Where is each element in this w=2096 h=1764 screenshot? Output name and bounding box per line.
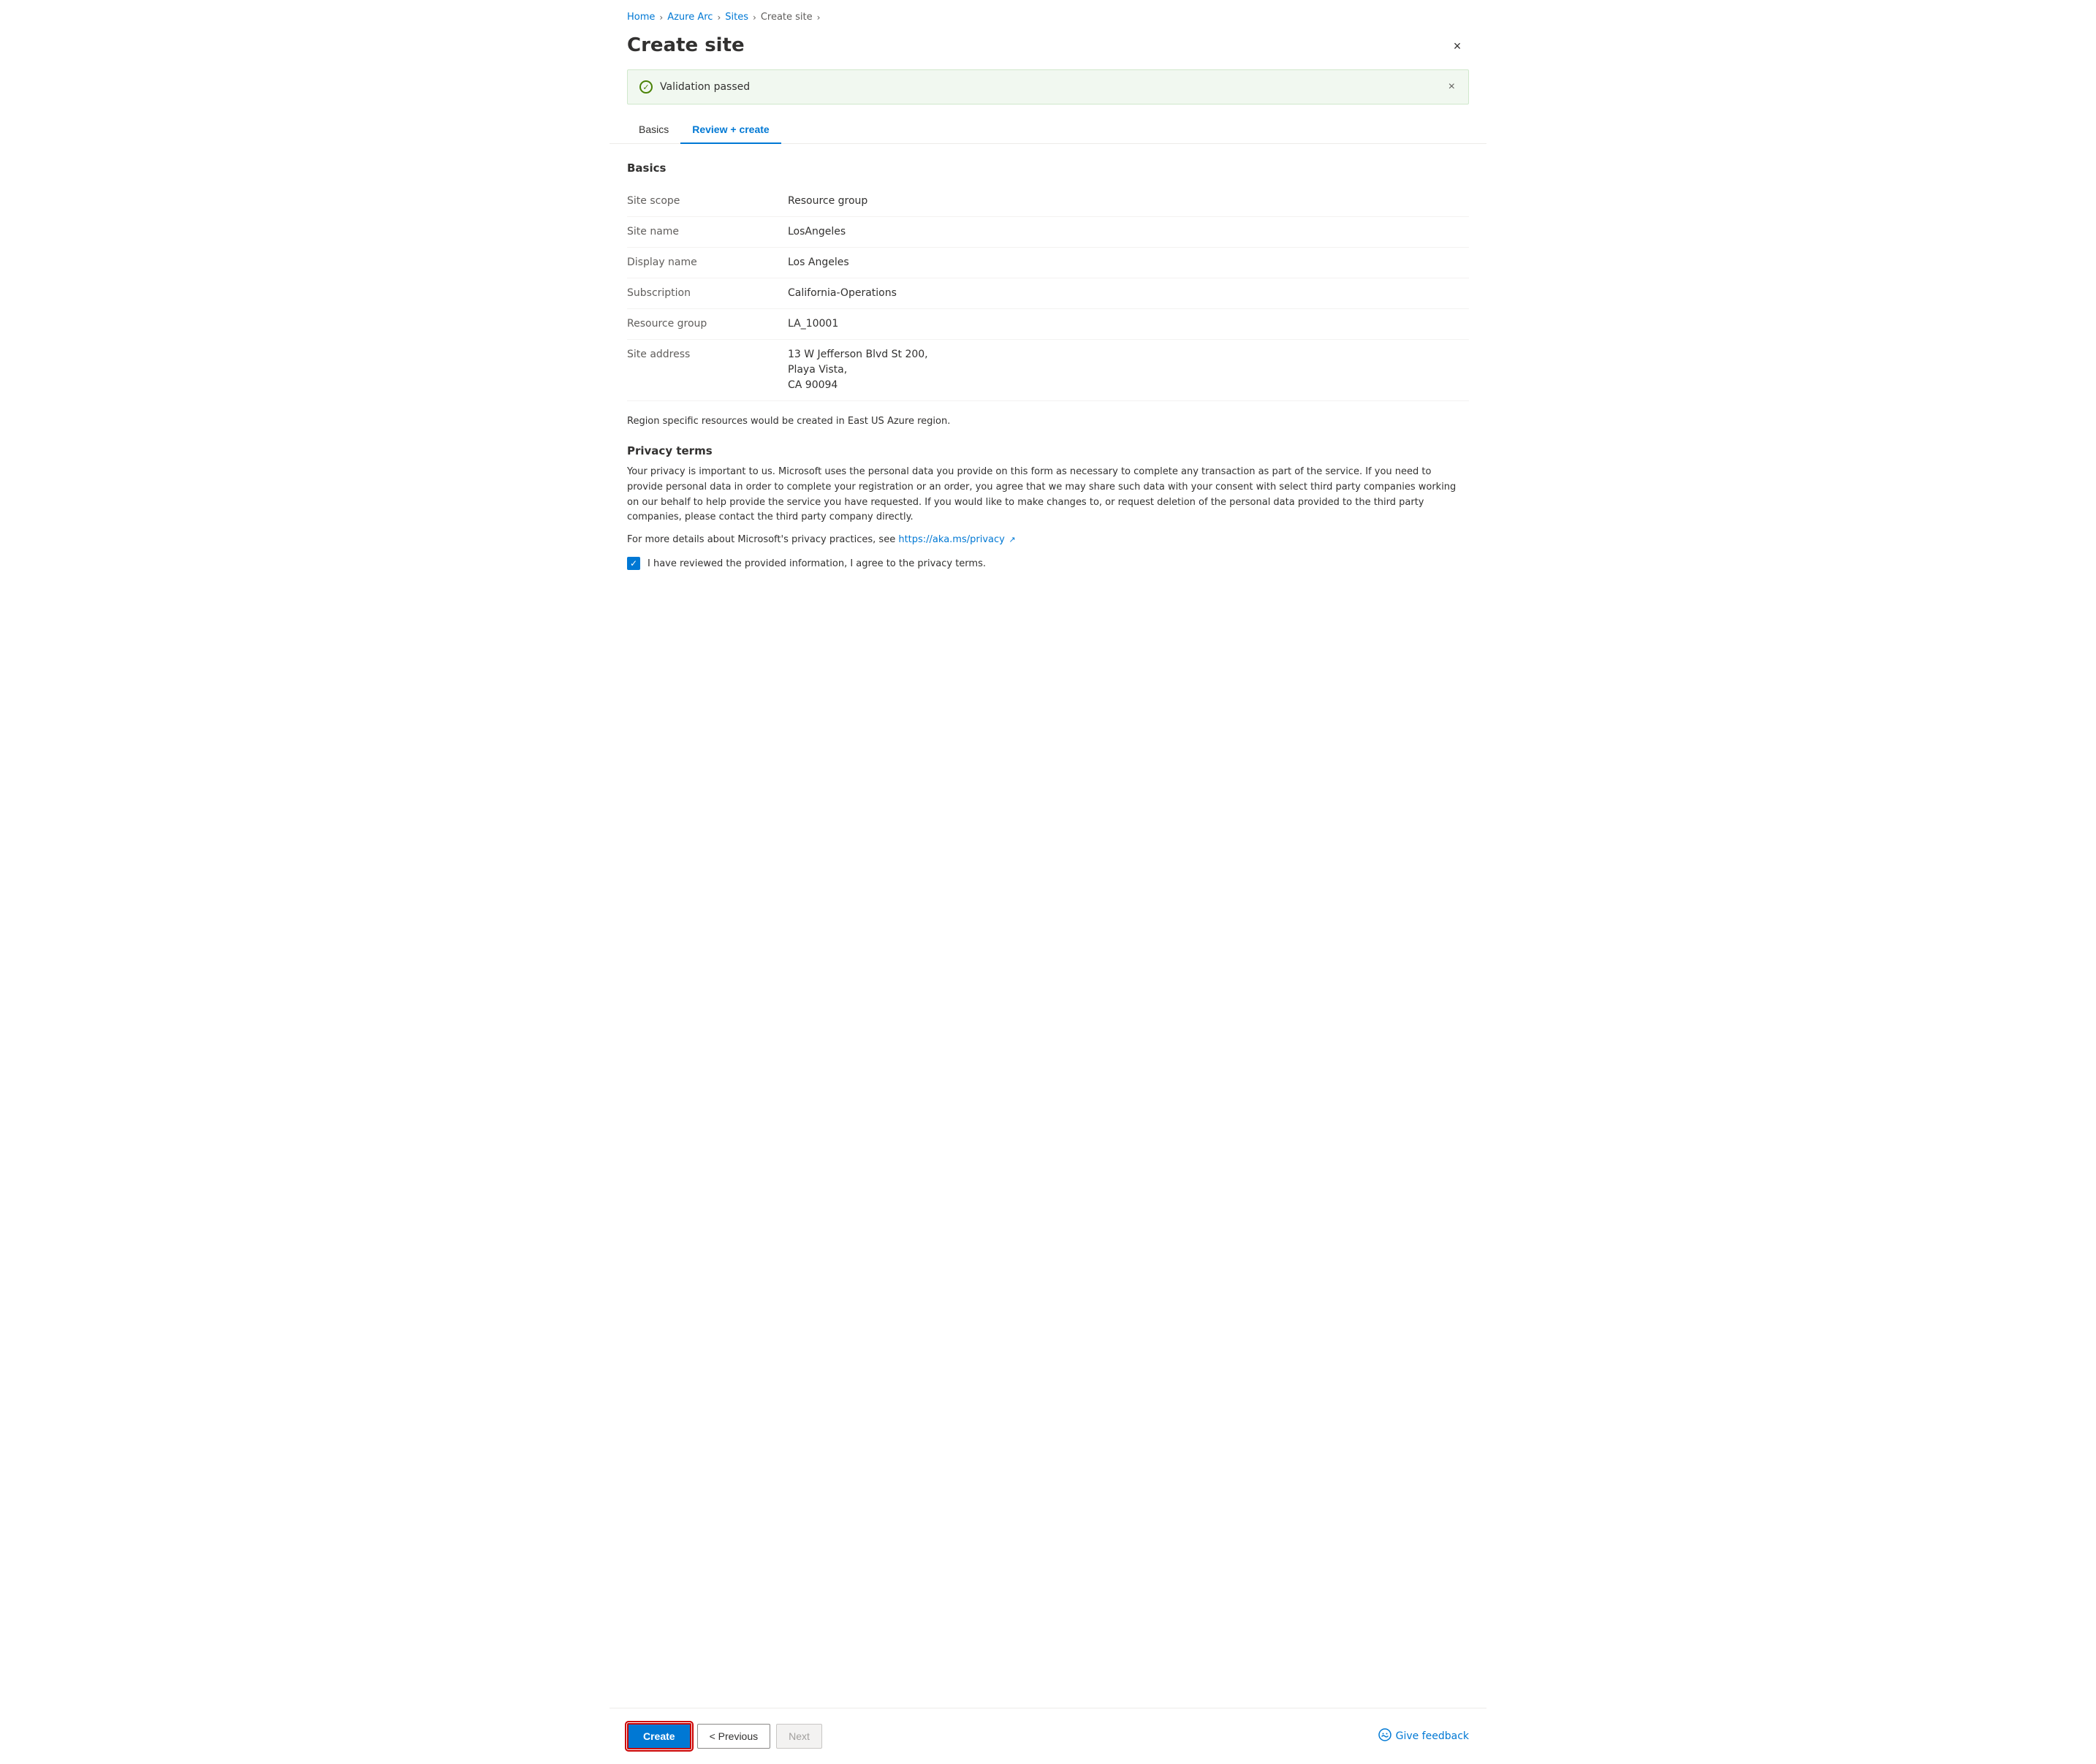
validation-check-icon [639,80,653,94]
breadcrumb-sites[interactable]: Sites [725,12,748,23]
privacy-checkbox-label: I have reviewed the provided information… [648,558,986,569]
field-value-site-name: LosAngeles [788,224,1469,240]
field-label-site-scope: Site scope [627,194,788,207]
tab-review-create[interactable]: Review + create [680,116,781,144]
field-row-display-name: Display name Los Angeles [627,248,1469,278]
field-label-site-address: Site address [627,347,788,360]
field-value-resource-group: LA_10001 [788,316,1469,332]
privacy-section: Privacy terms Your privacy is important … [627,444,1469,570]
footer-buttons: Create < Previous Next [627,1723,822,1749]
field-value-site-scope: Resource group [788,194,1469,209]
field-row-site-scope: Site scope Resource group [627,186,1469,217]
feedback-icon [1378,1728,1391,1744]
breadcrumb-sep-4: › [817,12,821,23]
field-row-resource-group: Resource group LA_10001 [627,309,1469,340]
external-link-icon: ↗ [1006,535,1016,544]
page-header: Create site × [610,28,1486,69]
previous-button[interactable]: < Previous [697,1724,771,1749]
breadcrumb-azure-arc[interactable]: Azure Arc [667,12,713,23]
breadcrumb-sep-3: › [753,12,756,23]
field-label-subscription: Subscription [627,286,788,299]
give-feedback-button[interactable]: Give feedback [1378,1728,1469,1744]
breadcrumb-create-site: Create site [761,12,813,23]
validation-text: Validation passed [660,81,750,93]
validation-close-button[interactable]: × [1447,79,1457,95]
tabs-container: Basics Review + create [610,116,1486,144]
privacy-title: Privacy terms [627,444,1469,457]
page-title: Create site [627,34,745,56]
validation-banner: Validation passed × [627,69,1469,104]
field-value-subscription: California-Operations [788,286,1469,301]
breadcrumb-sep-2: › [717,12,721,23]
section-title-basics: Basics [627,161,1469,175]
field-value-display-name: Los Angeles [788,255,1469,270]
breadcrumb-home[interactable]: Home [627,12,655,23]
privacy-link-prefix: For more details about Microsoft's priva… [627,534,898,545]
field-row-site-name: Site name LosAngeles [627,217,1469,248]
main-content: Basics Site scope Resource group Site na… [610,161,1486,1684]
create-button[interactable]: Create [627,1723,691,1749]
tabs: Basics Review + create [627,116,1469,143]
field-label-site-name: Site name [627,224,788,237]
give-feedback-label: Give feedback [1396,1730,1469,1742]
field-value-site-address: 13 W Jefferson Blvd St 200, Playa Vista,… [788,347,1469,393]
validation-left: Validation passed [639,80,750,94]
breadcrumb: Home › Azure Arc › Sites › Create site › [610,0,1486,28]
field-label-display-name: Display name [627,255,788,268]
privacy-link-row: For more details about Microsoft's priva… [627,534,1469,545]
field-label-resource-group: Resource group [627,316,788,330]
region-note: Region specific resources would be creat… [627,416,1469,427]
close-button[interactable]: × [1446,34,1469,58]
next-button: Next [776,1724,822,1749]
checkbox-row: I have reviewed the provided information… [627,557,1469,570]
tab-basics[interactable]: Basics [627,116,680,144]
field-row-site-address: Site address 13 W Jefferson Blvd St 200,… [627,340,1469,401]
privacy-link[interactable]: https://aka.ms/privacy [898,534,1005,545]
footer: Create < Previous Next Give feedback [610,1708,1486,1764]
field-row-subscription: Subscription California-Operations [627,278,1469,309]
privacy-text: Your privacy is important to us. Microso… [627,465,1469,525]
breadcrumb-sep-1: › [659,12,663,23]
privacy-checkbox[interactable] [627,557,640,570]
